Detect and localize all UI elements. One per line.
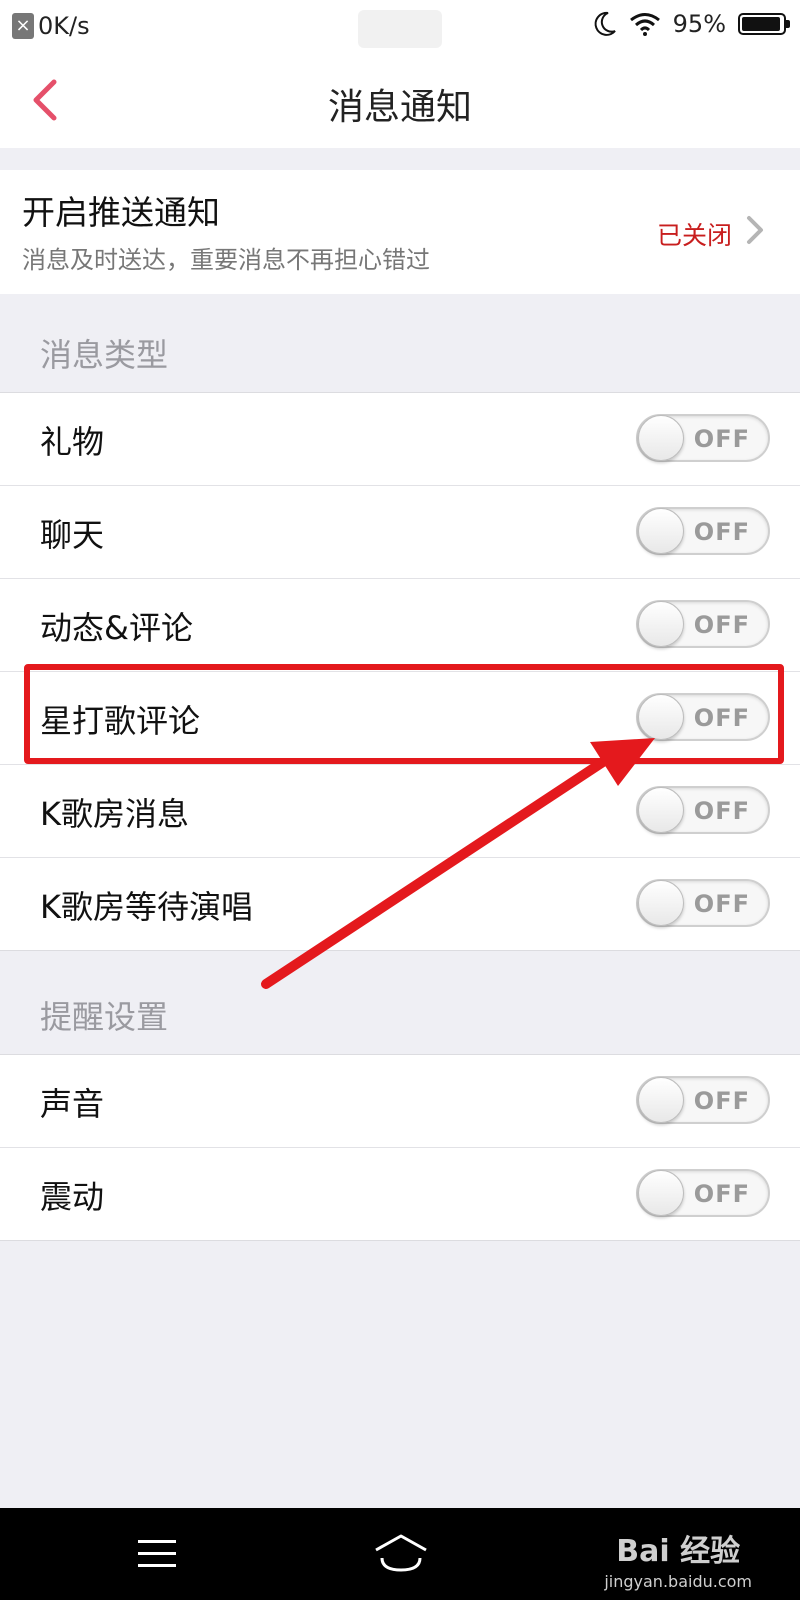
setting-row-ktv-room-waiting: K歌房等待演唱 OFF <box>0 858 800 950</box>
setting-row-gift: 礼物 OFF <box>0 393 800 486</box>
toggle-gift[interactable]: OFF <box>636 414 770 462</box>
status-right: 95% <box>593 10 790 38</box>
toggle-state: OFF <box>693 797 750 825</box>
toggle-state: OFF <box>693 1180 750 1208</box>
row-label: 礼物 <box>40 423 105 461</box>
wifi-icon <box>629 13 660 36</box>
reminders-group: 声音 OFF 震动 OFF <box>0 1054 800 1241</box>
push-subtitle: 消息及时送达，重要消息不再担心错过 <box>22 246 430 274</box>
notification-x-icon: × <box>12 13 34 39</box>
toggle-knob <box>638 601 684 647</box>
toggle-knob <box>638 787 684 833</box>
status-bar: × 0K/s 95% <box>0 0 800 52</box>
toggle-sound[interactable]: OFF <box>636 1076 770 1124</box>
setting-row-vibration: 震动 OFF <box>0 1148 800 1240</box>
push-title: 开启推送通知 <box>22 193 220 232</box>
baidu-watermark: Bai 经验 jingyan.baidu.com <box>604 1526 752 1591</box>
nav-bar: 消息通知 <box>0 52 800 148</box>
row-label: 震动 <box>40 1178 105 1216</box>
section-label-message-types: 消息类型 <box>40 336 169 374</box>
toggle-feed-comments[interactable]: OFF <box>636 600 770 648</box>
system-nav-bar: Bai 经验 jingyan.baidu.com <box>0 1508 800 1600</box>
blurred-area <box>358 10 442 48</box>
toggle-knob <box>638 694 684 740</box>
toggle-knob <box>638 1170 684 1216</box>
push-status: 已关闭 <box>656 221 732 250</box>
watermark-sub: jingyan.baidu.com <box>604 1572 752 1591</box>
page-title: 消息通知 <box>327 87 472 128</box>
chevron-right-icon <box>747 216 763 244</box>
toggle-chat[interactable]: OFF <box>636 507 770 555</box>
row-label: 星打歌评论 <box>40 702 201 740</box>
message-types-group: 礼物 OFF 聊天 OFF 动态&评论 OFF 星打歌评论 OFF K歌房消息 … <box>0 392 800 951</box>
toggle-knob <box>638 1077 684 1123</box>
setting-row-feed-comments: 动态&评论 OFF <box>0 579 800 672</box>
row-label: 动态&评论 <box>40 609 193 647</box>
setting-row-star-song-comments: 星打歌评论 OFF <box>0 672 800 765</box>
setting-row-sound: 声音 OFF <box>0 1055 800 1148</box>
toggle-vibration[interactable]: OFF <box>636 1169 770 1217</box>
network-speed: 0K/s <box>38 12 90 40</box>
toggle-state: OFF <box>693 704 750 732</box>
status-left: × 0K/s <box>12 12 90 40</box>
toggle-state: OFF <box>693 425 750 453</box>
row-label: K歌房消息 <box>40 795 189 833</box>
toggle-star-song-comments[interactable]: OFF <box>636 693 770 741</box>
toggle-ktv-room-waiting[interactable]: OFF <box>636 879 770 927</box>
toggle-knob <box>638 415 684 461</box>
menu-icon[interactable] <box>138 1538 176 1570</box>
toggle-knob <box>638 508 684 554</box>
toggle-state: OFF <box>693 1087 750 1115</box>
section-label-reminders: 提醒设置 <box>40 998 169 1036</box>
row-label: 声音 <box>40 1085 105 1123</box>
toggle-state: OFF <box>693 890 750 918</box>
moon-icon <box>594 11 616 36</box>
battery-percent: 95% <box>672 10 726 38</box>
setting-row-ktv-room-messages: K歌房消息 OFF <box>0 765 800 858</box>
home-icon[interactable] <box>374 1532 428 1574</box>
push-notification-row[interactable]: 开启推送通知 消息及时送达，重要消息不再担心错过 已关闭 <box>0 170 800 294</box>
toggle-state: OFF <box>693 611 750 639</box>
toggle-state: OFF <box>693 518 750 546</box>
setting-row-chat: 聊天 OFF <box>0 486 800 579</box>
row-label: K歌房等待演唱 <box>40 888 253 926</box>
toggle-ktv-room-messages[interactable]: OFF <box>636 786 770 834</box>
watermark-main: Bai 经验 <box>616 1534 741 1569</box>
battery-icon <box>738 13 790 35</box>
toggle-knob <box>638 880 684 926</box>
row-label: 聊天 <box>40 516 105 554</box>
